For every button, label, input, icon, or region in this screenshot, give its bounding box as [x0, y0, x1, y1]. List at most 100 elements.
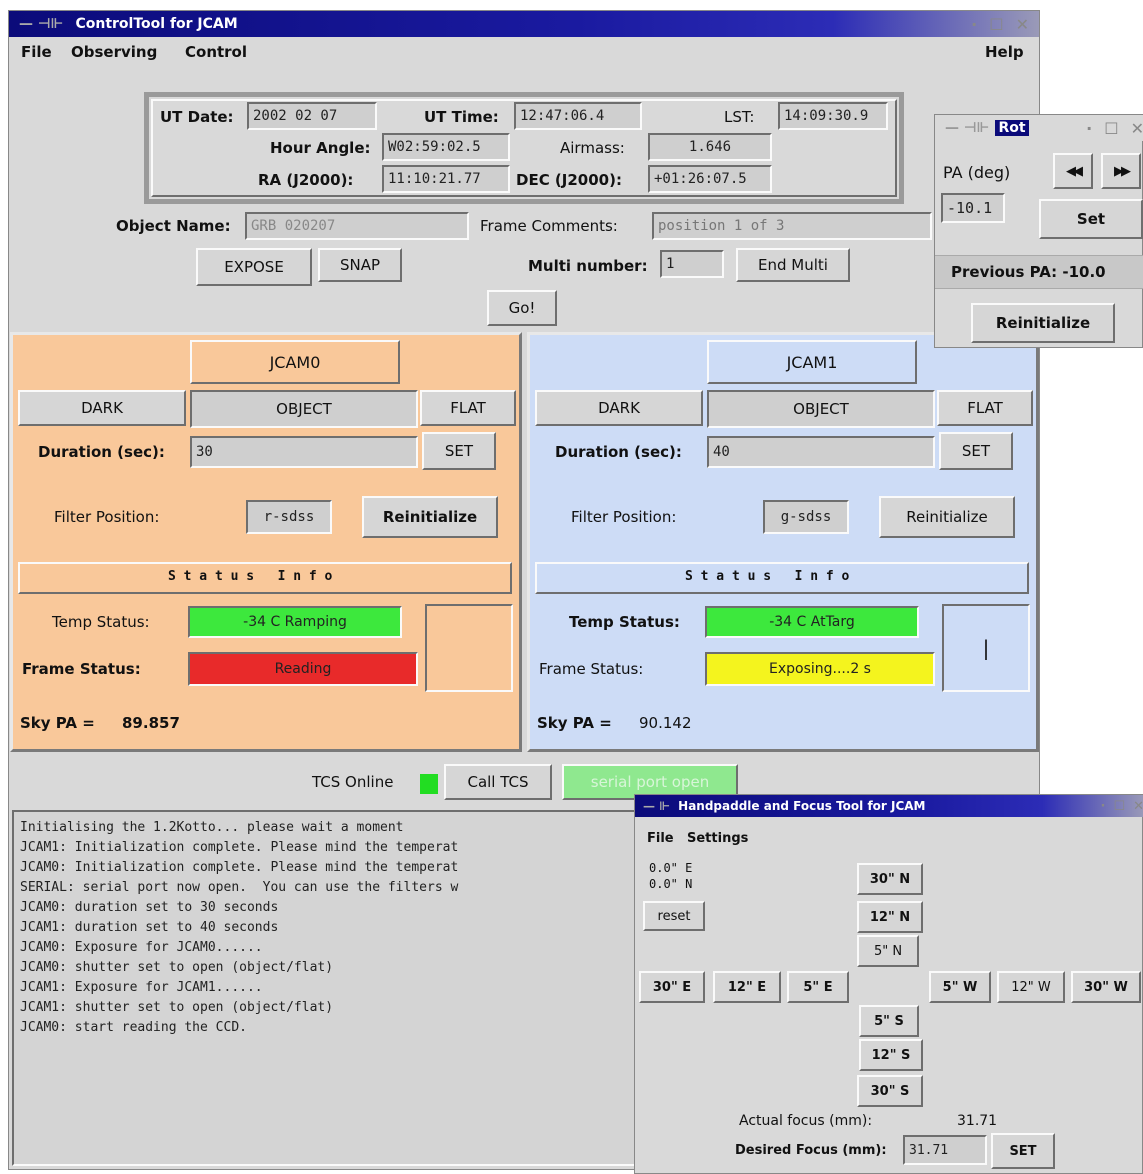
menu-control[interactable]: Control — [185, 43, 247, 61]
menu-help[interactable]: Help — [985, 43, 1024, 61]
window-menu-icon[interactable]: — ⊣⊩ — [19, 16, 63, 32]
east-5-button[interactable]: 5" E — [787, 971, 849, 1003]
east-12-button[interactable]: 12" E — [713, 971, 781, 1003]
multi-number-label: Multi number: — [528, 257, 648, 275]
rot-maximize-icon[interactable]: ☐ — [1104, 119, 1118, 138]
filter-position-label: Filter Position: — [54, 508, 160, 526]
dark-button[interactable]: DARK — [535, 390, 703, 426]
focus-window-title: Handpaddle and Focus Tool for JCAM — [678, 799, 926, 813]
airmass-label: Airmass: — [560, 139, 625, 157]
object-button[interactable]: OBJECT — [190, 390, 418, 428]
call-tcs-button[interactable]: Call TCS — [444, 764, 552, 800]
north-30-button[interactable]: 30" N — [857, 863, 923, 895]
previous-pa-label: Previous PA: -10.0 — [951, 263, 1106, 281]
duration-input[interactable]: 40 — [707, 436, 935, 468]
sky-pa-label: Sky PA = — [20, 714, 95, 732]
sky-pa-value: 90.142 — [639, 714, 692, 732]
lst-label: LST: — [724, 108, 755, 126]
main-titlebar[interactable]: — ⊣⊩ ControlTool for JCAM · ☐ ✕ — [9, 11, 1039, 37]
pa-input[interactable]: -10.1 — [941, 193, 1005, 223]
object-button[interactable]: OBJECT — [707, 390, 935, 428]
shutter-indicator-box — [425, 604, 513, 692]
dark-button[interactable]: DARK — [18, 390, 186, 426]
actual-focus-label: Actual focus (mm): — [739, 1113, 873, 1129]
menu-file[interactable]: File — [21, 43, 52, 61]
filter-reinitialize-button[interactable]: Reinitialize — [362, 496, 498, 538]
duration-label: Duration (sec): — [555, 443, 682, 461]
forward-icon[interactable]: ▶▶ — [1101, 153, 1141, 189]
north-5-button[interactable]: 5" N — [857, 935, 919, 967]
temp-status-field: -34 C Ramping — [188, 606, 402, 638]
filter-reinitialize-button[interactable]: Reinitialize — [879, 496, 1015, 538]
west-5-button[interactable]: 5" W — [929, 971, 991, 1003]
south-5-button[interactable]: 5" S — [859, 1005, 919, 1037]
ut-date-field: 2002 02 07 — [247, 102, 377, 130]
airmass-field: 1.646 — [648, 133, 772, 161]
filter-position-field: g-sdss — [763, 500, 849, 534]
rewind-icon[interactable]: ◀◀ — [1053, 153, 1093, 189]
shutter-indicator-box: | — [942, 604, 1030, 692]
minimize-icon[interactable]: · — [971, 15, 977, 34]
menu-bar: File Observing Control Help — [9, 37, 1039, 67]
close-icon[interactable]: ✕ — [1016, 15, 1029, 34]
duration-set-button[interactable]: SET — [422, 432, 496, 470]
rot-minimize-icon[interactable]: · — [1086, 119, 1092, 138]
rot-window: — ⊣⊩ Rot · ☐ ✕ PA (deg) ◀◀ ▶▶ -10.1 Set … — [934, 114, 1143, 348]
pa-label: PA (deg) — [943, 163, 1011, 182]
flat-button[interactable]: FLAT — [937, 390, 1033, 426]
multi-number-input[interactable]: 1 — [660, 250, 724, 278]
duration-set-button[interactable]: SET — [939, 432, 1013, 470]
camera-title-tab[interactable]: JCAM1 — [707, 340, 917, 384]
focus-minimize-icon[interactable]: · — [1100, 799, 1105, 814]
frame-comments-input[interactable]: position 1 of 3 — [652, 212, 932, 240]
focus-maximize-icon[interactable]: ☐ — [1113, 799, 1125, 814]
south-30-button[interactable]: 30" S — [857, 1075, 923, 1107]
rot-window-menu-icon[interactable]: — ⊣⊩ — [945, 120, 989, 136]
ut-time-field: 12:47:06.4 — [514, 102, 642, 130]
rot-reinitialize-button[interactable]: Reinitialize — [971, 303, 1115, 343]
focus-titlebar[interactable]: — ⊩ Handpaddle and Focus Tool for JCAM ·… — [635, 795, 1143, 817]
duration-input[interactable]: 30 — [190, 436, 418, 468]
window-title: ControlTool for JCAM — [75, 16, 238, 32]
maximize-icon[interactable]: ☐ — [989, 15, 1003, 34]
snap-button[interactable]: SNAP — [318, 248, 402, 282]
lst-field: 14:09:30.9 — [778, 102, 888, 130]
focus-close-icon[interactable]: ✕ — [1133, 799, 1143, 814]
ra-field: 11:10:21.77 — [382, 165, 510, 193]
dec-field: +01:26:07.5 — [648, 165, 772, 193]
object-name-input[interactable]: GRB 020207 — [245, 212, 469, 240]
rot-title: Rot — [995, 120, 1029, 136]
hour-angle-field: W02:59:02.5 — [382, 133, 510, 161]
south-12-button[interactable]: 12" S — [859, 1039, 923, 1071]
focus-menu-settings[interactable]: Settings — [687, 831, 748, 846]
rot-set-button[interactable]: Set — [1039, 199, 1143, 239]
focus-menu-file[interactable]: File — [647, 831, 674, 846]
rot-close-icon[interactable]: ✕ — [1131, 119, 1143, 138]
menu-observing[interactable]: Observing — [71, 43, 157, 61]
tcs-online-indicator — [420, 774, 438, 794]
rot-titlebar[interactable]: — ⊣⊩ Rot · ☐ ✕ — [935, 115, 1143, 141]
desired-focus-input[interactable]: 31.71 — [903, 1135, 987, 1165]
frame-status-field: Reading — [188, 652, 418, 686]
actual-focus-value: 31.71 — [957, 1113, 998, 1129]
east-30-button[interactable]: 30" E — [639, 971, 705, 1003]
frame-status-label: Frame Status: — [22, 660, 141, 678]
offset-e: 0.0" E — [649, 861, 693, 875]
duration-label: Duration (sec): — [38, 443, 165, 461]
status-info-title: S t a t u s I n f o — [685, 569, 850, 584]
expose-button[interactable]: EXPOSE — [196, 248, 312, 286]
end-multi-button[interactable]: End Multi — [736, 248, 850, 282]
west-30-button[interactable]: 30" W — [1071, 971, 1141, 1003]
focus-window-menu-icon[interactable]: — ⊩ — [643, 799, 670, 813]
filter-position-label: Filter Position: — [571, 508, 677, 526]
camera-title-tab[interactable]: JCAM0 — [190, 340, 400, 384]
sky-pa-value: 89.857 — [122, 714, 180, 732]
reset-button[interactable]: reset — [643, 901, 705, 931]
go-button[interactable]: Go! — [487, 290, 557, 326]
flat-button[interactable]: FLAT — [420, 390, 516, 426]
west-12-button[interactable]: 12" W — [997, 971, 1065, 1003]
ut-date-label: UT Date: — [160, 108, 234, 126]
filter-position-field: r-sdss — [246, 500, 332, 534]
north-12-button[interactable]: 12" N — [857, 901, 923, 933]
focus-set-button[interactable]: SET — [991, 1133, 1055, 1169]
